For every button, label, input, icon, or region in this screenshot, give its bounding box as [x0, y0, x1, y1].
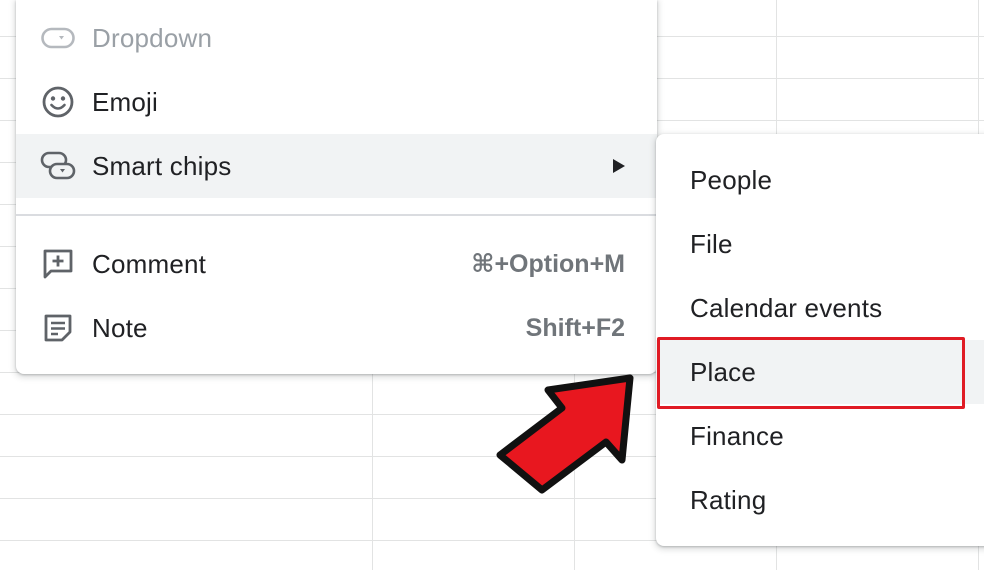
- note-icon: [40, 310, 76, 346]
- submenu-item-file[interactable]: File: [656, 212, 984, 276]
- submenu-item-label: Calendar events: [690, 292, 883, 323]
- menu-item-shortcut: Shift+F2: [525, 313, 625, 342]
- dropdown-icon: [40, 20, 76, 56]
- submenu-item-rating[interactable]: Rating: [656, 468, 984, 532]
- submenu-item-label: Rating: [690, 484, 767, 515]
- menu-item-shortcut: ⌘+Option+M: [471, 250, 625, 278]
- menu-item-dropdown[interactable]: Dropdown: [16, 6, 657, 70]
- insert-menu: Dropdown Emoji Smart chips Comment ⌘+Opt…: [16, 0, 657, 374]
- menu-item-label: Emoji: [92, 86, 159, 117]
- submenu-item-label: Finance: [690, 420, 784, 451]
- menu-item-note[interactable]: Note Shift+F2: [16, 296, 657, 360]
- submenu-item-label: People: [690, 164, 773, 195]
- place-highlight-box: [657, 337, 965, 409]
- submenu-item-label: File: [690, 228, 733, 259]
- submenu-item-finance[interactable]: Finance: [656, 404, 984, 468]
- menu-item-emoji[interactable]: Emoji: [16, 70, 657, 134]
- menu-item-smart-chips[interactable]: Smart chips: [16, 134, 657, 198]
- menu-item-label: Smart chips: [92, 150, 232, 181]
- menu-item-label: Dropdown: [92, 22, 213, 53]
- comment-icon: [40, 246, 76, 282]
- pointer-arrow-icon: [496, 374, 634, 494]
- submenu-item-people[interactable]: People: [656, 148, 984, 212]
- menu-separator: [16, 214, 657, 216]
- menu-item-label: Comment: [92, 248, 207, 279]
- submenu-item-calendar-events[interactable]: Calendar events: [656, 276, 984, 340]
- emoji-icon: [40, 84, 76, 120]
- submenu-arrow-icon: [613, 159, 625, 173]
- menu-item-label: Note: [92, 312, 148, 343]
- menu-item-comment[interactable]: Comment ⌘+Option+M: [16, 232, 657, 296]
- smart-chips-icon: [40, 148, 76, 184]
